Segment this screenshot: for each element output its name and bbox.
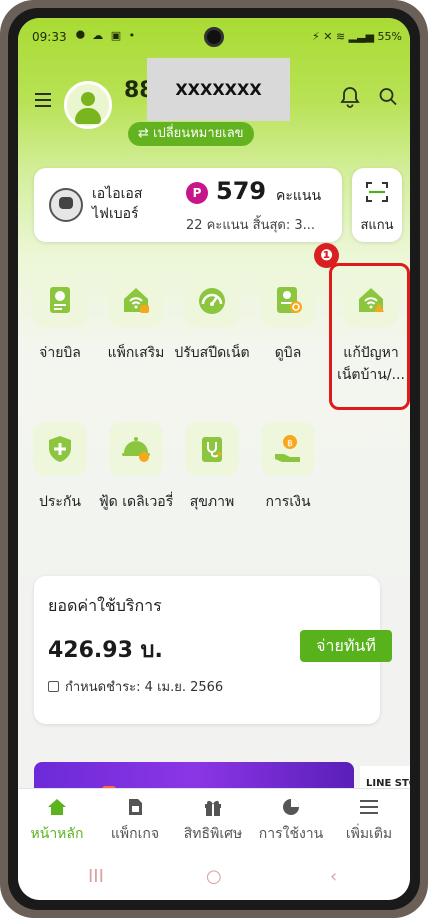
account-card[interactable]: เอไอเอส ไฟเบอร์ P 579 คะแนน 22 คะแนน สิ้… <box>34 168 342 242</box>
bill-title: ยอดค่าใช้บริการ <box>48 596 162 615</box>
recent-apps-button[interactable]: III <box>88 866 104 887</box>
status-system-icons: ⚡ ✕ ≋ ▂▃▅ 55% <box>312 30 402 43</box>
account-type: เอไอเอส ไฟเบอร์ <box>92 186 143 222</box>
fibre-router-icon <box>49 188 83 222</box>
avatar[interactable] <box>64 81 112 129</box>
service-label: การเงิน <box>265 494 311 510</box>
search-icon[interactable] <box>378 86 398 108</box>
bottom-nav: หน้าหลัก แพ็กเกจ สิทธิพิเศษ การใช้งาน เพ… <box>18 788 410 854</box>
nav-package[interactable]: แพ็กเกจ <box>96 797 174 845</box>
service-speed-adjust[interactable]: ปรับสปีดเน็ต <box>174 273 250 364</box>
redaction-box: XXXXXXX <box>147 58 290 121</box>
bill-summary-card: ยอดค่าใช้บริการ 426.93 บ. จ่ายทันที กำหน… <box>34 576 392 724</box>
service-label: จ่ายบิล <box>39 345 81 361</box>
scan-button[interactable]: สแกน <box>352 168 402 242</box>
nav-label: แพ็กเกจ <box>110 826 160 842</box>
service-label: ปรับสปีดเน็ต <box>174 345 250 361</box>
service-insurance[interactable]: ประกัน <box>22 422 98 513</box>
points-unit: คะแนน <box>276 188 322 204</box>
service-label: แก้ปัญหาเน็ตบ้าน/... <box>337 345 405 383</box>
sim-icon <box>129 799 142 815</box>
service-pay-bill[interactable]: จ่ายบิล <box>22 273 98 364</box>
points-badge: P <box>186 182 208 204</box>
points-value: 579 <box>216 177 267 205</box>
nav-label: การใช้งาน <box>258 826 324 842</box>
food-delivery-icon <box>109 422 163 476</box>
bell-icon[interactable] <box>340 86 360 108</box>
status-notification-icons: ⯃ ☁ ▣ • <box>76 29 138 42</box>
service-food-delivery[interactable]: ฟู้ด เดลิเวอรี่ <box>98 422 174 513</box>
system-nav-bar: III ○ ‹ <box>18 854 410 900</box>
service-fix-home-internet[interactable]: แก้ปัญหาเน็ตบ้าน/... <box>333 273 409 386</box>
pay-now-button[interactable]: จ่ายทันที <box>300 630 392 662</box>
status-time: 09:33 <box>32 30 67 44</box>
nav-usage[interactable]: การใช้งาน <box>252 797 330 845</box>
service-label: ประกัน <box>39 494 81 510</box>
service-add-package[interactable]: แพ็กเสริม <box>98 273 174 364</box>
points-expiry: 22 คะแนน สิ้นสุด: 3... <box>186 218 316 233</box>
nav-label: สิทธิพิเศษ <box>183 826 243 842</box>
front-camera <box>204 27 224 47</box>
pie-chart-icon <box>283 799 299 815</box>
status-bar: 09:33 ⯃ ☁ ▣ • ⚡ ✕ ≋ ▂▃▅ 55% <box>18 18 410 56</box>
nav-label: เพิ่มเติม <box>345 826 393 842</box>
home-icon <box>48 799 66 815</box>
callout-number: ❶ <box>314 243 339 268</box>
bill-icon <box>33 273 87 327</box>
speedometer-icon <box>185 273 239 327</box>
home-button[interactable]: ○ <box>206 866 222 887</box>
scan-icon <box>366 182 388 202</box>
scan-label: สแกน <box>360 218 394 233</box>
menu-icon <box>360 800 378 814</box>
device-frame: 09:33 ⯃ ☁ ▣ • ⚡ ✕ ≋ ▂▃▅ 55% 88 XXXXXXX ⇄… <box>0 0 428 918</box>
change-number-button[interactable]: ⇄ เปลี่ยนหมายเลข <box>128 122 254 146</box>
shield-plus-icon <box>33 422 87 476</box>
svg-text:฿: ฿ <box>287 439 293 449</box>
service-view-bill[interactable]: ดูบิล <box>250 273 326 364</box>
nav-more[interactable]: เพิ่มเติม <box>330 797 408 845</box>
wifi-home-package-icon <box>109 273 163 327</box>
nav-label: หน้าหลัก <box>30 826 84 842</box>
health-stethoscope-icon <box>185 422 239 476</box>
service-health[interactable]: สุขภาพ <box>174 422 250 513</box>
nav-privileges[interactable]: สิทธิพิเศษ <box>174 797 252 845</box>
service-label: สุขภาพ <box>189 494 235 510</box>
view-bill-icon <box>261 273 315 327</box>
wifi-home-warning-icon <box>344 273 398 327</box>
due-date-text: กำหนดชำระ: 4 เม.ย. 2566 <box>65 680 224 695</box>
back-button[interactable]: ‹ <box>330 866 337 887</box>
app-screen: 09:33 ⯃ ☁ ▣ • ⚡ ✕ ≋ ▂▃▅ 55% 88 XXXXXXX ⇄… <box>18 18 410 900</box>
calendar-icon <box>48 681 59 692</box>
due-date: กำหนดชำระ: 4 เม.ย. 2566 <box>48 676 223 697</box>
gift-icon <box>205 800 221 816</box>
bill-amount: 426.93 บ. <box>48 638 163 663</box>
hamburger-menu-icon[interactable] <box>35 93 51 107</box>
nav-home[interactable]: หน้าหลัก <box>18 797 96 845</box>
masked-number-label: XXXXXXX <box>175 80 262 99</box>
service-label: ฟู้ด เดลิเวอรี่ <box>98 494 174 510</box>
service-label: แพ็กเสริม <box>107 345 165 361</box>
service-label: ดูบิล <box>274 345 302 361</box>
service-finance[interactable]: ฿ การเงิน <box>250 422 326 513</box>
finance-hand-coin-icon: ฿ <box>261 422 315 476</box>
